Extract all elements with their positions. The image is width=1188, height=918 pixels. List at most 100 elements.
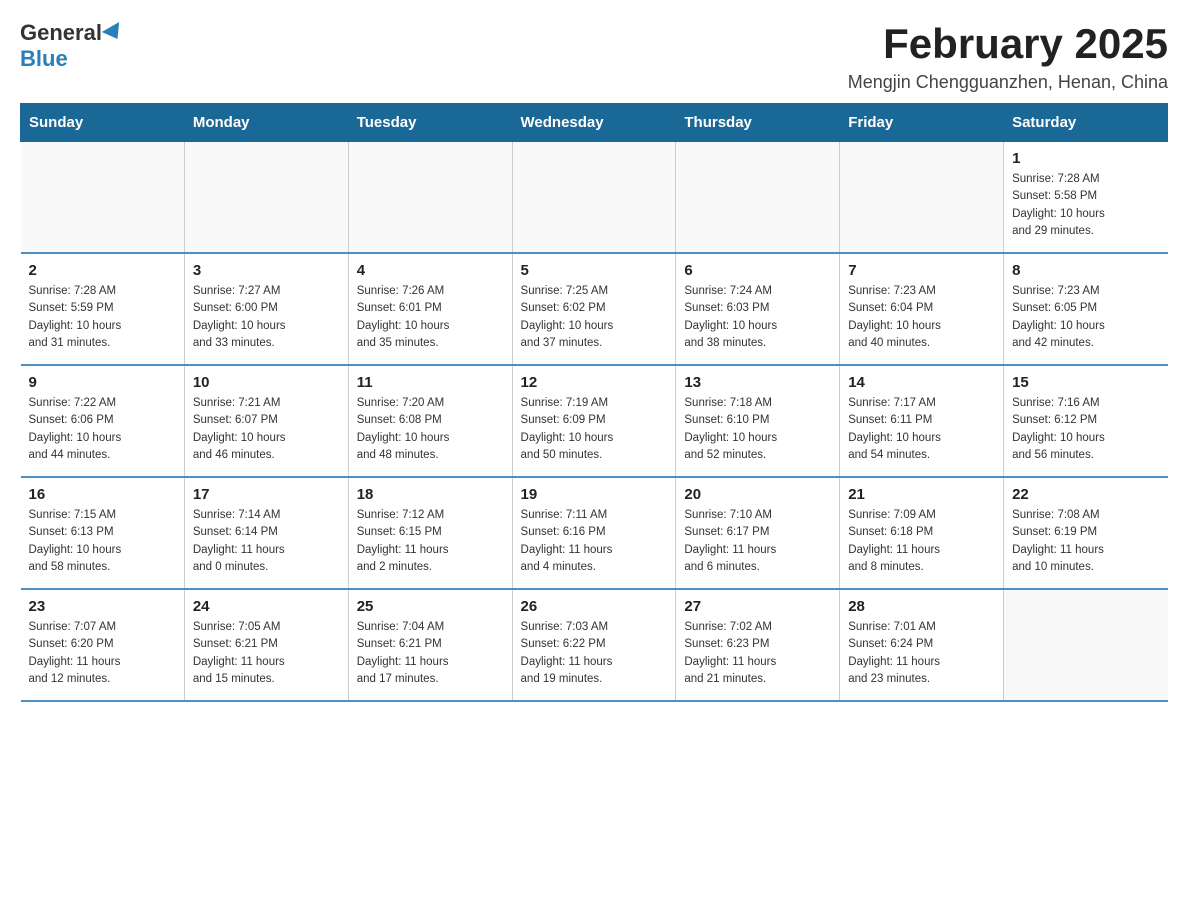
calendar-cell: 12Sunrise: 7:19 AMSunset: 6:09 PMDayligh… [512,365,676,477]
header-day-friday: Friday [840,104,1004,142]
calendar-cell: 16 Sunrise: 7:15 AMSunset: 6:13 PMDayligh… [21,477,185,589]
calendar-cell: 21Sunrise: 7:09 AMSunset: 6:18 PMDayligh… [840,477,1004,589]
calendar-cell: 24Sunrise: 7:05 AMSunset: 6:21 PMDayligh… [184,589,348,701]
calendar-cell: 23Sunrise: 7:07 AMSunset: 6:20 PMDayligh… [21,589,185,701]
calendar-header: SundayMondayTuesdayWednesdayThursdayFrid… [21,104,1168,142]
day-number: 18 [357,486,504,503]
calendar-cell: 18 Sunrise: 7:12 AMSunset: 6:15 PMDayligh… [348,477,512,589]
calendar-cell: 14 Sunrise: 7:17 AMSunset: 6:11 PMDayligh… [840,365,1004,477]
calendar-cell [1004,589,1168,701]
day-info: Sunrise: 7:15 AMSunset: 6:13 PMDaylight:… [29,507,176,576]
day-info: Sunrise: 7:27 AMSunset: 6:00 PMDaylight:… [193,283,340,352]
day-number: 15 [1012,374,1159,391]
calendar-body: 1 Sunrise: 7:28 AMSunset: 5:58 PMDaylight… [21,142,1168,702]
day-number: 28 [848,598,995,615]
logo: General Blue [20,20,124,72]
day-info: Sunrise: 7:11 AMSunset: 6:16 PMDaylight:… [521,507,668,576]
week-row-1: 1 Sunrise: 7:28 AMSunset: 5:58 PMDaylight… [21,142,1168,254]
logo-general-text: General [20,20,102,46]
calendar-cell: 5Sunrise: 7:25 AMSunset: 6:02 PMDaylight… [512,253,676,365]
day-info: Sunrise: 7:22 AMSunset: 6:06 PMDaylight:… [29,395,176,464]
calendar-cell: 26 Sunrise: 7:03 AMSunset: 6:22 PMDayligh… [512,589,676,701]
calendar-cell: 6Sunrise: 7:24 AMSunset: 6:03 PMDaylight… [676,253,840,365]
calendar-cell: 20 Sunrise: 7:10 AMSunset: 6:17 PMDayligh… [676,477,840,589]
day-number: 12 [521,374,668,391]
day-number: 24 [193,598,340,615]
day-info: Sunrise: 7:20 AMSunset: 6:08 PMDaylight:… [357,395,504,464]
calendar-cell [512,142,676,254]
day-number: 6 [684,262,831,279]
logo-blue-text: Blue [20,46,68,72]
day-number: 7 [848,262,995,279]
day-info: Sunrise: 7:08 AMSunset: 6:19 PMDaylight:… [1012,507,1159,576]
day-info: Sunrise: 7:26 AMSunset: 6:01 PMDaylight:… [357,283,504,352]
day-number: 25 [357,598,504,615]
day-number: 20 [684,486,831,503]
day-number: 2 [29,262,176,279]
day-info: Sunrise: 7:04 AMSunset: 6:21 PMDaylight:… [357,619,504,688]
calendar-cell [184,142,348,254]
location-subtitle: Mengjin Chengguanzhen, Henan, China [848,72,1168,93]
day-number: 8 [1012,262,1159,279]
calendar-cell: 8 Sunrise: 7:23 AMSunset: 6:05 PMDaylight… [1004,253,1168,365]
header-day-wednesday: Wednesday [512,104,676,142]
day-info: Sunrise: 7:23 AMSunset: 6:05 PMDaylight:… [1012,283,1159,352]
calendar-cell: 27 Sunrise: 7:02 AMSunset: 6:23 PMDayligh… [676,589,840,701]
day-info: Sunrise: 7:23 AMSunset: 6:04 PMDaylight:… [848,283,995,352]
header-day-monday: Monday [184,104,348,142]
calendar-cell: 17Sunrise: 7:14 AMSunset: 6:14 PMDayligh… [184,477,348,589]
day-number: 14 [848,374,995,391]
week-row-4: 16 Sunrise: 7:15 AMSunset: 6:13 PMDayligh… [21,477,1168,589]
day-number: 3 [193,262,340,279]
week-row-2: 2 Sunrise: 7:28 AMSunset: 5:59 PMDaylight… [21,253,1168,365]
calendar-cell: 7 Sunrise: 7:23 AMSunset: 6:04 PMDaylight… [840,253,1004,365]
calendar-cell: 25 Sunrise: 7:04 AMSunset: 6:21 PMDayligh… [348,589,512,701]
day-info: Sunrise: 7:17 AMSunset: 6:11 PMDaylight:… [848,395,995,464]
header-day-sunday: Sunday [21,104,185,142]
days-of-week-row: SundayMondayTuesdayWednesdayThursdayFrid… [21,104,1168,142]
day-number: 1 [1012,150,1159,167]
day-info: Sunrise: 7:18 AMSunset: 6:10 PMDaylight:… [684,395,831,464]
day-number: 5 [521,262,668,279]
calendar-cell: 1 Sunrise: 7:28 AMSunset: 5:58 PMDaylight… [1004,142,1168,254]
header-day-tuesday: Tuesday [348,104,512,142]
day-number: 23 [29,598,176,615]
calendar-cell: 22 Sunrise: 7:08 AMSunset: 6:19 PMDayligh… [1004,477,1168,589]
day-info: Sunrise: 7:03 AMSunset: 6:22 PMDaylight:… [521,619,668,688]
calendar-cell: 4 Sunrise: 7:26 AMSunset: 6:01 PMDaylight… [348,253,512,365]
calendar-cell: 28 Sunrise: 7:01 AMSunset: 6:24 PMDayligh… [840,589,1004,701]
week-row-3: 9 Sunrise: 7:22 AMSunset: 6:06 PMDaylight… [21,365,1168,477]
day-info: Sunrise: 7:16 AMSunset: 6:12 PMDaylight:… [1012,395,1159,464]
title-block: February 2025 Mengjin Chengguanzhen, Hen… [848,20,1168,93]
day-number: 21 [848,486,995,503]
calendar-cell: 3 Sunrise: 7:27 AMSunset: 6:00 PMDaylight… [184,253,348,365]
day-number: 19 [521,486,668,503]
calendar-cell: 9 Sunrise: 7:22 AMSunset: 6:06 PMDaylight… [21,365,185,477]
logo-triangle-icon [102,22,126,44]
day-info: Sunrise: 7:10 AMSunset: 6:17 PMDaylight:… [684,507,831,576]
day-info: Sunrise: 7:02 AMSunset: 6:23 PMDaylight:… [684,619,831,688]
day-number: 16 [29,486,176,503]
calendar-cell: 19 Sunrise: 7:11 AMSunset: 6:16 PMDayligh… [512,477,676,589]
header-day-saturday: Saturday [1004,104,1168,142]
day-info: Sunrise: 7:12 AMSunset: 6:15 PMDaylight:… [357,507,504,576]
day-number: 13 [684,374,831,391]
calendar-cell: 10 Sunrise: 7:21 AMSunset: 6:07 PMDayligh… [184,365,348,477]
day-info: Sunrise: 7:01 AMSunset: 6:24 PMDaylight:… [848,619,995,688]
header-day-thursday: Thursday [676,104,840,142]
week-row-5: 23Sunrise: 7:07 AMSunset: 6:20 PMDayligh… [21,589,1168,701]
calendar-cell [21,142,185,254]
day-number: 26 [521,598,668,615]
day-info: Sunrise: 7:28 AMSunset: 5:58 PMDaylight:… [1012,171,1159,240]
day-info: Sunrise: 7:21 AMSunset: 6:07 PMDaylight:… [193,395,340,464]
day-number: 4 [357,262,504,279]
day-number: 10 [193,374,340,391]
day-number: 11 [357,374,504,391]
day-number: 27 [684,598,831,615]
day-number: 22 [1012,486,1159,503]
day-number: 9 [29,374,176,391]
page-header: General Blue February 2025 Mengjin Cheng… [20,20,1168,93]
calendar-cell: 13 Sunrise: 7:18 AMSunset: 6:10 PMDayligh… [676,365,840,477]
calendar-cell [348,142,512,254]
day-info: Sunrise: 7:28 AMSunset: 5:59 PMDaylight:… [29,283,176,352]
